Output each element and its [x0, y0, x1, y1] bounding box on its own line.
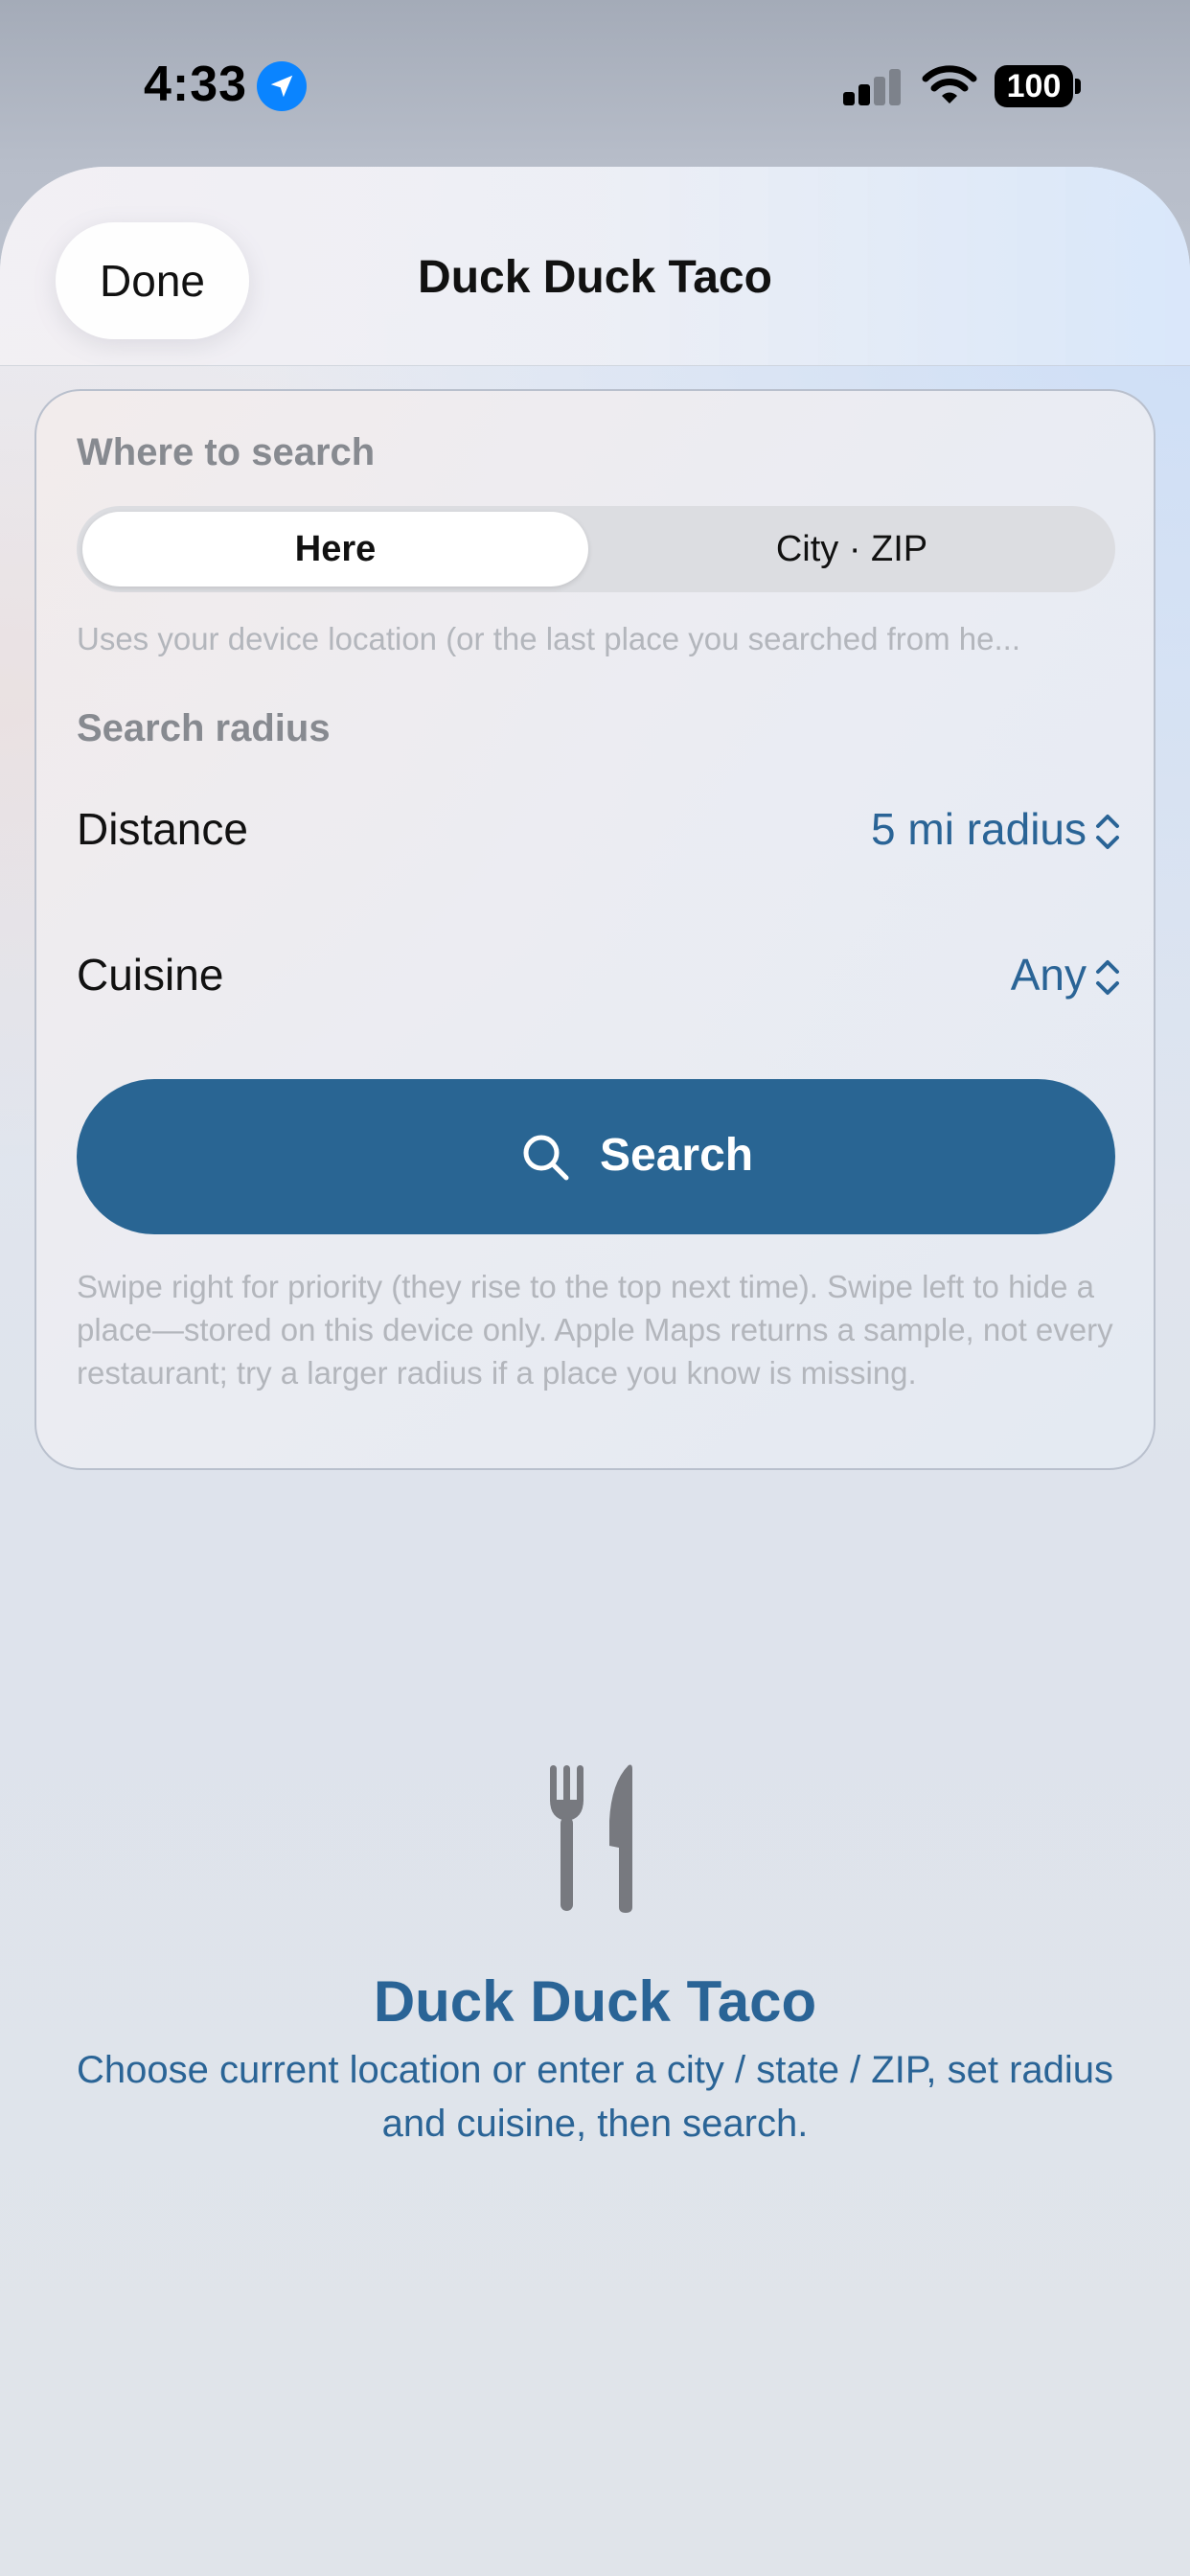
search-icon	[523, 1135, 569, 1181]
where-to-search-label: Where to search	[77, 431, 376, 473]
battery-icon: 100	[995, 65, 1073, 107]
cellular-signal-icon	[843, 67, 903, 105]
distance-picker-value[interactable]: 5 mi radius	[871, 803, 1087, 855]
search-radius-label: Search radius	[77, 707, 331, 749]
search-button[interactable]: Search	[77, 1079, 1115, 1234]
chevron-up-down-icon	[1096, 815, 1119, 849]
battery-nub	[1075, 79, 1081, 94]
nav-bar: Done Duck Duck Taco	[0, 167, 1190, 366]
usage-footnote: Swipe right for priority (they rise to t…	[77, 1269, 1113, 1391]
status-bar: 4:33 100	[0, 0, 1190, 163]
status-time: 4:33	[144, 57, 248, 112]
cuisine-label: Cuisine	[77, 950, 224, 1000]
location-mode-segmented-control: Here City · ZIP	[77, 506, 1115, 592]
location-arrow-icon	[257, 61, 307, 111]
distance-row[interactable]: Distance 5 mi radius	[77, 792, 1119, 868]
segment-city-zip[interactable]: City · ZIP	[594, 512, 1110, 586]
search-form-card: Where to search Here City · ZIP Uses you…	[34, 389, 1156, 1470]
nav-title: Duck Duck Taco	[418, 252, 772, 303]
distance-label: Distance	[77, 804, 248, 854]
fork-knife-icon	[550, 1764, 632, 1913]
wifi-icon	[922, 65, 977, 104]
cuisine-picker-value[interactable]: Any	[1011, 949, 1087, 1000]
search-button-label: Search	[600, 1130, 754, 1181]
cuisine-row[interactable]: Cuisine Any	[77, 937, 1119, 1014]
segment-here[interactable]: Here	[82, 512, 588, 586]
chevron-up-down-icon	[1096, 960, 1119, 995]
sheet: Done Duck Duck Taco Where to search Here…	[0, 167, 1190, 2576]
empty-state-description: Choose current location or enter a city …	[77, 2049, 1114, 2145]
empty-state-title: Duck Duck Taco	[373, 1969, 817, 2034]
location-hint-text: Uses your device location (or the last p…	[77, 621, 1020, 656]
